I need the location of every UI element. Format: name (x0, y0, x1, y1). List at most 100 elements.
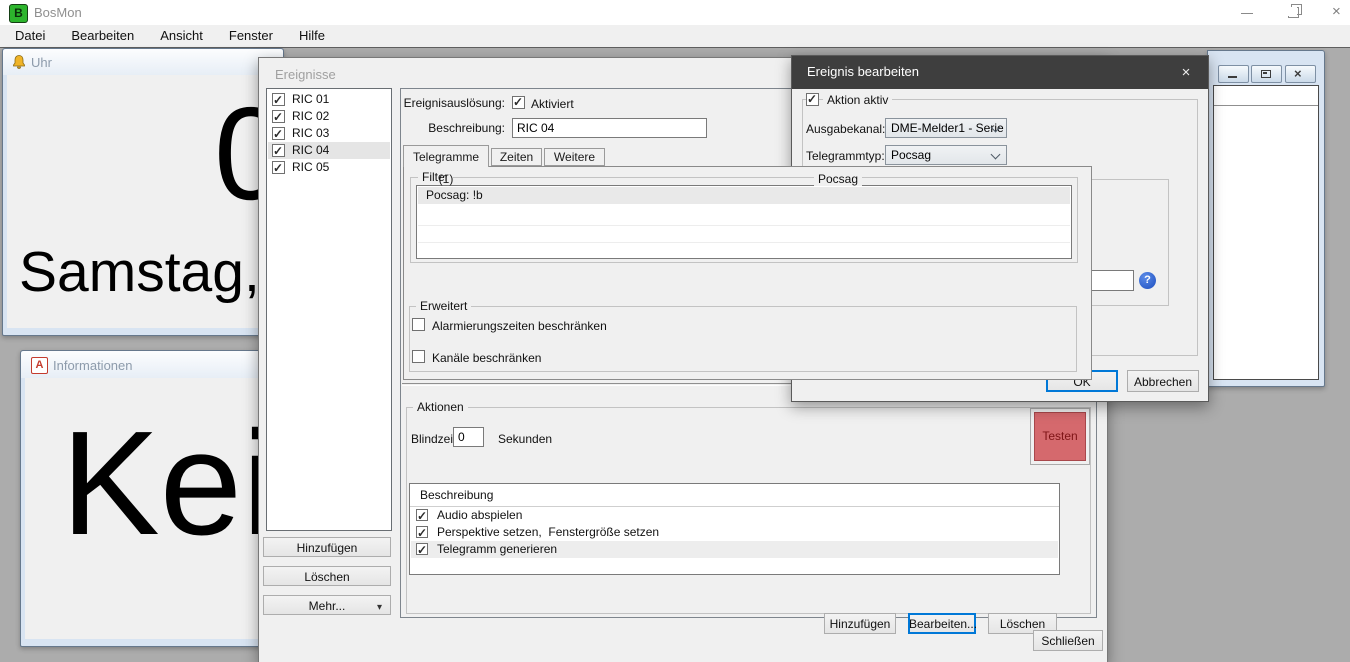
close-button[interactable] (1322, 0, 1350, 25)
informationen-content: Kei (25, 378, 267, 639)
ric-checkbox[interactable] (272, 110, 285, 123)
menu-ansicht[interactable]: Ansicht (147, 25, 216, 47)
action-checkbox[interactable] (416, 543, 428, 555)
sekunden-label: Sekunden (498, 432, 552, 446)
chevron-down-icon (377, 596, 382, 618)
ric-more-button[interactable]: Mehr... (263, 595, 391, 615)
ric-add-button[interactable]: Hinzufügen (263, 537, 391, 557)
child-list-header (1214, 86, 1318, 106)
schliessen-button[interactable]: Schließen (1033, 630, 1103, 651)
action-edit-button[interactable]: Bearbeiten... (908, 613, 976, 634)
telegramme-tab-content: Filter Pocsag: !b Erweitert Alarmierungs… (403, 166, 1092, 380)
action-label: Perspektive setzen, Fenstergröße setzen (437, 524, 659, 541)
minimize-icon (1241, 13, 1253, 14)
child-restore-icon (1261, 70, 1271, 78)
info-message-text: Kei (61, 410, 267, 558)
tab-telegramme[interactable]: Telegramme (1) (403, 145, 489, 167)
ric-label: RIC 05 (292, 159, 329, 176)
informationen-title: Informationen (53, 358, 133, 373)
child-minimize-icon (1228, 76, 1237, 78)
action-checkbox[interactable] (416, 509, 428, 521)
bosmon-app-icon: B (9, 4, 28, 23)
uhr-content: 0 Samstag, (7, 75, 279, 328)
filter-list-item-selected[interactable]: Pocsag: !b (418, 187, 1070, 204)
abbrechen-button[interactable]: Abbrechen (1127, 370, 1199, 392)
ric-more-label: Mehr... (309, 599, 346, 613)
kanaele-label: Kanäle beschränken (432, 351, 541, 365)
filter-list: Pocsag: !b (416, 185, 1072, 259)
ric-list-item-selected[interactable]: RIC 04 (268, 142, 390, 159)
ausgabekanal-label: Ausgabekanal: (806, 122, 885, 136)
alarmierungszeiten-label: Alarmierungszeiten beschränken (432, 319, 607, 333)
pocsag-group-label: Pocsag (814, 172, 862, 186)
telegram-monitor-window (1207, 50, 1325, 387)
tab-weitere[interactable]: Weitere (0) (544, 148, 605, 166)
menu-hilfe[interactable]: Hilfe (286, 25, 338, 47)
aktion-aktiv-checkbox[interactable] (806, 93, 819, 106)
child-close-icon (1294, 66, 1302, 81)
ric-label: RIC 01 (292, 91, 329, 108)
ric-checkbox[interactable] (272, 161, 285, 174)
actions-list: Beschreibung Audio abspielen Perspektive… (409, 483, 1060, 575)
ric-checkbox[interactable] (272, 144, 285, 157)
main-titlebar: B BosMon (0, 0, 1350, 25)
help-icon[interactable] (1139, 272, 1156, 289)
restore-icon (1288, 7, 1299, 18)
ric-delete-button[interactable]: Löschen (263, 566, 391, 586)
actions-list-header: Beschreibung (420, 488, 493, 502)
event-detail-panel: Ereignisauslösung: Aktiviert Beschreibun… (400, 88, 1097, 618)
edit-dialog-close-icon[interactable] (1171, 63, 1201, 82)
testen-button[interactable]: Testen (1034, 412, 1086, 461)
filter-gridline (418, 225, 1070, 226)
telegrammtyp-value: Pocsag (891, 148, 931, 162)
aktiviert-label: Aktiviert (531, 97, 574, 111)
action-label: Telegramm generieren (437, 541, 557, 558)
action-row[interactable]: Audio abspielen (411, 507, 1058, 524)
ric-label: RIC 03 (292, 125, 329, 142)
ric-list-item[interactable]: RIC 05 (268, 159, 390, 176)
aktion-aktiv-label: Aktion aktiv (823, 93, 892, 107)
ric-checkbox[interactable] (272, 93, 285, 106)
menu-bearbeiten[interactable]: Bearbeiten (58, 25, 147, 47)
description-label: Beschreibung: (403, 121, 505, 135)
ausgabekanal-select[interactable]: DME-Melder1 - Serie (885, 118, 1007, 138)
child-list-area (1213, 85, 1319, 380)
chevron-down-icon (991, 150, 1001, 160)
menu-datei[interactable]: Datei (2, 25, 58, 47)
close-icon (1332, 3, 1341, 21)
bell-icon (11, 54, 27, 70)
child-close-button[interactable] (1285, 65, 1316, 83)
restore-button[interactable] (1276, 0, 1310, 25)
action-label: Audio abspielen (437, 507, 522, 524)
menubar: Datei Bearbeiten Ansicht Fenster Hilfe (0, 25, 1350, 47)
informationen-titlebar[interactable]: A Informationen (21, 351, 271, 378)
menu-fenster[interactable]: Fenster (216, 25, 286, 47)
ric-list-item[interactable]: RIC 03 (268, 125, 390, 142)
action-row-selected[interactable]: Telegramm generieren (411, 541, 1058, 558)
action-add-button[interactable]: Hinzufügen (824, 613, 896, 634)
action-checkbox[interactable] (416, 526, 428, 538)
ric-list-item[interactable]: RIC 01 (268, 91, 390, 108)
blindzeit-input[interactable] (453, 427, 484, 447)
filter-item-label: Pocsag: !b (426, 187, 483, 204)
child-minimize-button[interactable] (1218, 65, 1249, 83)
alarmierungszeiten-checkbox[interactable] (412, 318, 425, 331)
edit-dialog-titlebar: Ereignis bearbeiten (792, 56, 1208, 89)
ereignisse-title: Ereignisse (275, 67, 336, 82)
kanaele-checkbox[interactable] (412, 350, 425, 363)
ric-checkbox[interactable] (272, 127, 285, 140)
telegrammtyp-select[interactable]: Pocsag (885, 145, 1007, 165)
info-a-icon: A (31, 357, 48, 374)
action-row[interactable]: Perspektive setzen, Fenstergröße setzen (411, 524, 1058, 541)
ric-list-item[interactable]: RIC 02 (268, 108, 390, 125)
aktiviert-checkbox[interactable] (512, 96, 525, 109)
uhr-title: Uhr (31, 55, 52, 70)
uhr-titlebar[interactable]: Uhr (3, 49, 283, 75)
telegrammtyp-label: Telegrammtyp: (806, 149, 885, 163)
tab-zeiten[interactable]: Zeiten (0) (491, 148, 542, 166)
uhr-window: Uhr 0 Samstag, (2, 48, 284, 336)
description-input[interactable] (512, 118, 707, 138)
filter-gridline (418, 242, 1070, 243)
child-restore-button[interactable] (1251, 65, 1282, 83)
minimize-button[interactable] (1230, 0, 1264, 25)
